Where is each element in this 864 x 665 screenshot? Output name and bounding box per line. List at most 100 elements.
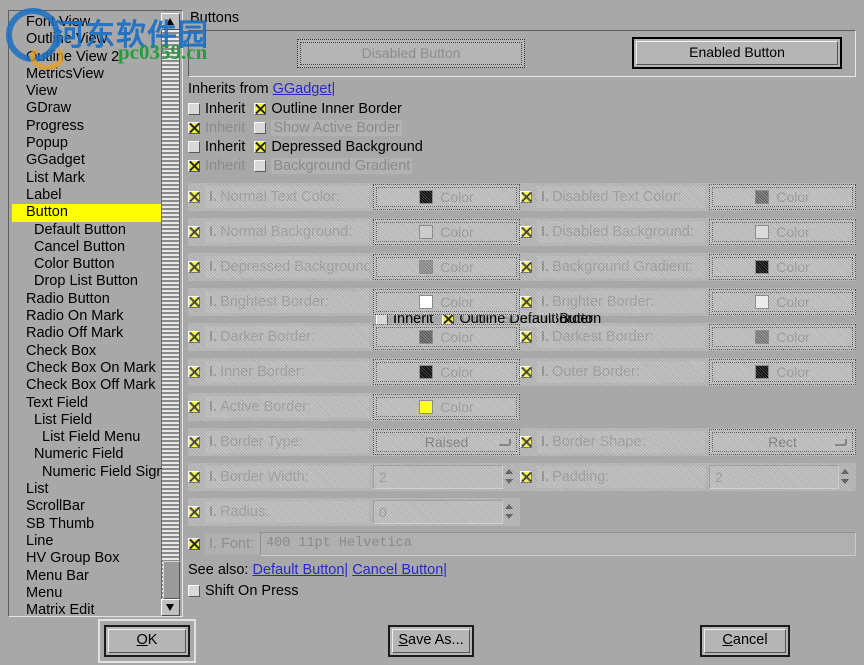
tree-item[interactable]: List Field Menu [12, 429, 162, 446]
tree-item[interactable]: Button [12, 204, 162, 222]
tree-item[interactable]: Radio Off Mark [12, 325, 162, 342]
stepper-arrows-icon[interactable] [839, 465, 852, 489]
numeric-input[interactable]: 0 [373, 499, 503, 524]
property-inherit-checkbox[interactable] [520, 225, 532, 238]
dropdown-button[interactable]: Raised [373, 428, 520, 455]
tree-item[interactable]: Popup [12, 135, 162, 152]
property-inherit-checkbox[interactable] [188, 190, 200, 203]
numeric-stepper[interactable]: 2 [373, 464, 520, 489]
numeric-input[interactable]: 2 [709, 464, 839, 489]
tree-item[interactable]: MetricsView [12, 66, 162, 83]
scrollbar-thumb[interactable] [163, 561, 180, 599]
tree-item[interactable]: Radio Button [12, 291, 162, 308]
tree-item[interactable]: Color Button [12, 256, 162, 273]
numeric-stepper[interactable]: 0 [373, 499, 520, 524]
numeric-stepper[interactable]: 2 [709, 464, 856, 489]
color-picker-button[interactable]: Color [709, 323, 856, 350]
property-inherit-checkbox[interactable] [188, 470, 200, 483]
color-picker-button[interactable]: Color [709, 218, 856, 245]
see-also-link-default-button[interactable]: Default Button| [253, 562, 349, 578]
numeric-input[interactable]: 2 [373, 464, 503, 489]
color-picker-button[interactable]: Color [373, 323, 520, 350]
tree-item[interactable]: List Mark [12, 170, 162, 187]
tree-item[interactable]: Menu [12, 585, 162, 602]
property-inherit-checkbox[interactable] [188, 295, 200, 308]
property-inherit-checkbox[interactable] [520, 365, 532, 378]
color-picker-button[interactable]: Color [709, 253, 856, 280]
tree-item[interactable]: Drop List Button [12, 273, 162, 290]
theme-element-tree[interactable]: Font View Outline View Outline View 2 Metri… [8, 10, 183, 617]
property-inherit-checkbox[interactable] [520, 260, 532, 273]
flag-checkbox[interactable] [254, 159, 267, 172]
tree-item[interactable]: Numeric Field [12, 446, 162, 463]
stepper-arrows-icon[interactable] [503, 465, 516, 489]
ok-button[interactable]: OK [104, 625, 190, 657]
tree-item[interactable]: Numeric Field Sign [12, 464, 162, 481]
color-picker-button[interactable]: Color [373, 218, 520, 245]
flag-checkbox[interactable] [254, 121, 267, 134]
tree-item[interactable]: ScrollBar [12, 498, 162, 515]
flag-checkbox[interactable] [254, 140, 267, 153]
inherit-checkbox[interactable] [188, 121, 200, 134]
tree-item[interactable]: Outline View 2 [12, 49, 162, 66]
color-picker-button[interactable]: Color [709, 358, 856, 385]
inherit-checkbox[interactable] [188, 159, 200, 172]
tree-item[interactable]: Progress [12, 118, 162, 135]
tree-item[interactable]: Line [12, 533, 162, 550]
tree-item[interactable]: Radio On Mark [12, 308, 162, 325]
inherit-checkbox[interactable] [188, 140, 200, 153]
tree-item[interactable]: View [12, 83, 162, 100]
tree-item[interactable]: Font View [12, 14, 162, 31]
shift-on-press-checkbox[interactable] [188, 584, 200, 597]
color-picker-button[interactable]: Color [373, 393, 520, 420]
scroll-down-icon[interactable] [161, 599, 180, 616]
inherits-link-ggadget[interactable]: GGadget| [273, 81, 336, 97]
stepper-arrows-icon[interactable] [503, 500, 516, 524]
tree-item[interactable]: Label [12, 187, 162, 204]
property-inherit-checkbox[interactable] [520, 435, 532, 448]
tree-item[interactable]: GGadget [12, 152, 162, 169]
tree-item[interactable]: Check Box Off Mark [12, 377, 162, 394]
inherit-checkbox[interactable] [188, 102, 200, 115]
property-inherit-checkbox[interactable] [188, 330, 200, 343]
property-inherit-checkbox[interactable] [188, 435, 200, 448]
property-inherit-checkbox[interactable] [188, 505, 200, 518]
tree-item[interactable]: List Field [12, 412, 162, 429]
color-picker-button[interactable]: Color [709, 183, 856, 210]
tree-item[interactable]: Check Box [12, 343, 162, 360]
property-inherit-checkbox[interactable] [520, 190, 532, 203]
tree-list[interactable]: Font View Outline View Outline View 2 Metri… [12, 14, 162, 615]
tree-item[interactable]: GDraw [12, 100, 162, 117]
tree-item[interactable]: Check Box On Mark [12, 360, 162, 377]
dropdown-button[interactable]: Rect [709, 428, 856, 455]
tree-item[interactable]: Outline View [12, 31, 162, 48]
property-inherit-checkbox[interactable] [188, 400, 200, 413]
color-picker-button[interactable]: Color [373, 253, 520, 280]
color-picker-button[interactable]: Color [373, 358, 520, 385]
font-inherit-checkbox[interactable] [188, 538, 200, 550]
property-inherit-checkbox[interactable] [188, 260, 200, 273]
tree-item[interactable]: List [12, 481, 162, 498]
save-as-button[interactable]: Save As... [388, 625, 474, 657]
tree-item[interactable]: HV Group Box [12, 550, 162, 567]
property-inherit-checkbox[interactable] [520, 470, 532, 483]
color-picker-button[interactable]: Color [709, 288, 856, 315]
tree-item[interactable]: Text Field [12, 395, 162, 412]
color-picker-button[interactable]: Color [373, 288, 520, 315]
tree-item[interactable]: SB Thumb [12, 516, 162, 533]
tree-item[interactable]: Default Button [12, 222, 162, 239]
enabled-button-preview[interactable]: Enabled Button [632, 37, 842, 69]
tree-item[interactable]: Menu Bar [12, 568, 162, 585]
property-inherit-checkbox[interactable] [520, 330, 532, 343]
tree-item[interactable]: Cancel Button [12, 239, 162, 256]
flag-checkbox[interactable] [254, 102, 267, 115]
tree-scrollbar[interactable] [161, 13, 180, 616]
property-inherit-checkbox[interactable] [520, 295, 532, 308]
color-picker-button[interactable]: Color [373, 183, 520, 210]
property-inherit-checkbox[interactable] [188, 225, 200, 238]
tree-item[interactable]: Matrix Edit [12, 602, 162, 615]
scroll-up-icon[interactable] [161, 13, 180, 30]
scrollbar-track[interactable] [161, 30, 180, 599]
cancel-button[interactable]: Cancel [700, 625, 790, 657]
property-inherit-checkbox[interactable] [188, 365, 200, 378]
